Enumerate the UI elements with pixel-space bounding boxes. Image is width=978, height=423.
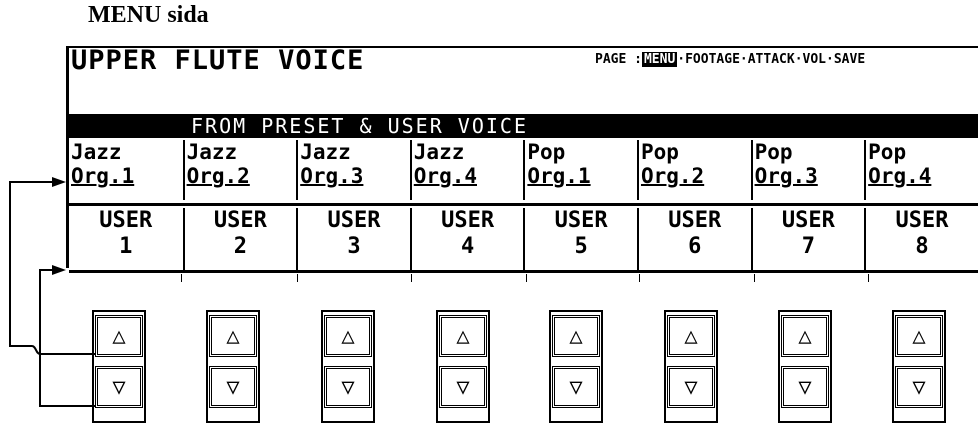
up-arrow-button[interactable]: △ [781,315,829,357]
down-arrow-button[interactable]: ▽ [95,366,143,408]
up-arrow-button[interactable]: △ [95,315,143,357]
down-arrow-button[interactable]: ▽ [781,366,829,408]
up-arrow-button[interactable]: △ [895,315,943,357]
down-arrow-button[interactable]: ▽ [667,366,715,408]
up-arrow-button[interactable]: △ [324,315,372,357]
up-arrow-button[interactable]: △ [667,315,715,357]
up-arrow-button[interactable]: △ [439,315,487,357]
up-arrow-button[interactable]: △ [209,315,257,357]
down-arrow-button[interactable]: ▽ [209,366,257,408]
down-arrow-button[interactable]: ▽ [552,366,600,408]
down-arrow-button[interactable]: ▽ [324,366,372,408]
up-arrow-button[interactable]: △ [552,315,600,357]
down-arrow-button[interactable]: ▽ [439,366,487,408]
down-arrow-button[interactable]: ▽ [895,366,943,408]
